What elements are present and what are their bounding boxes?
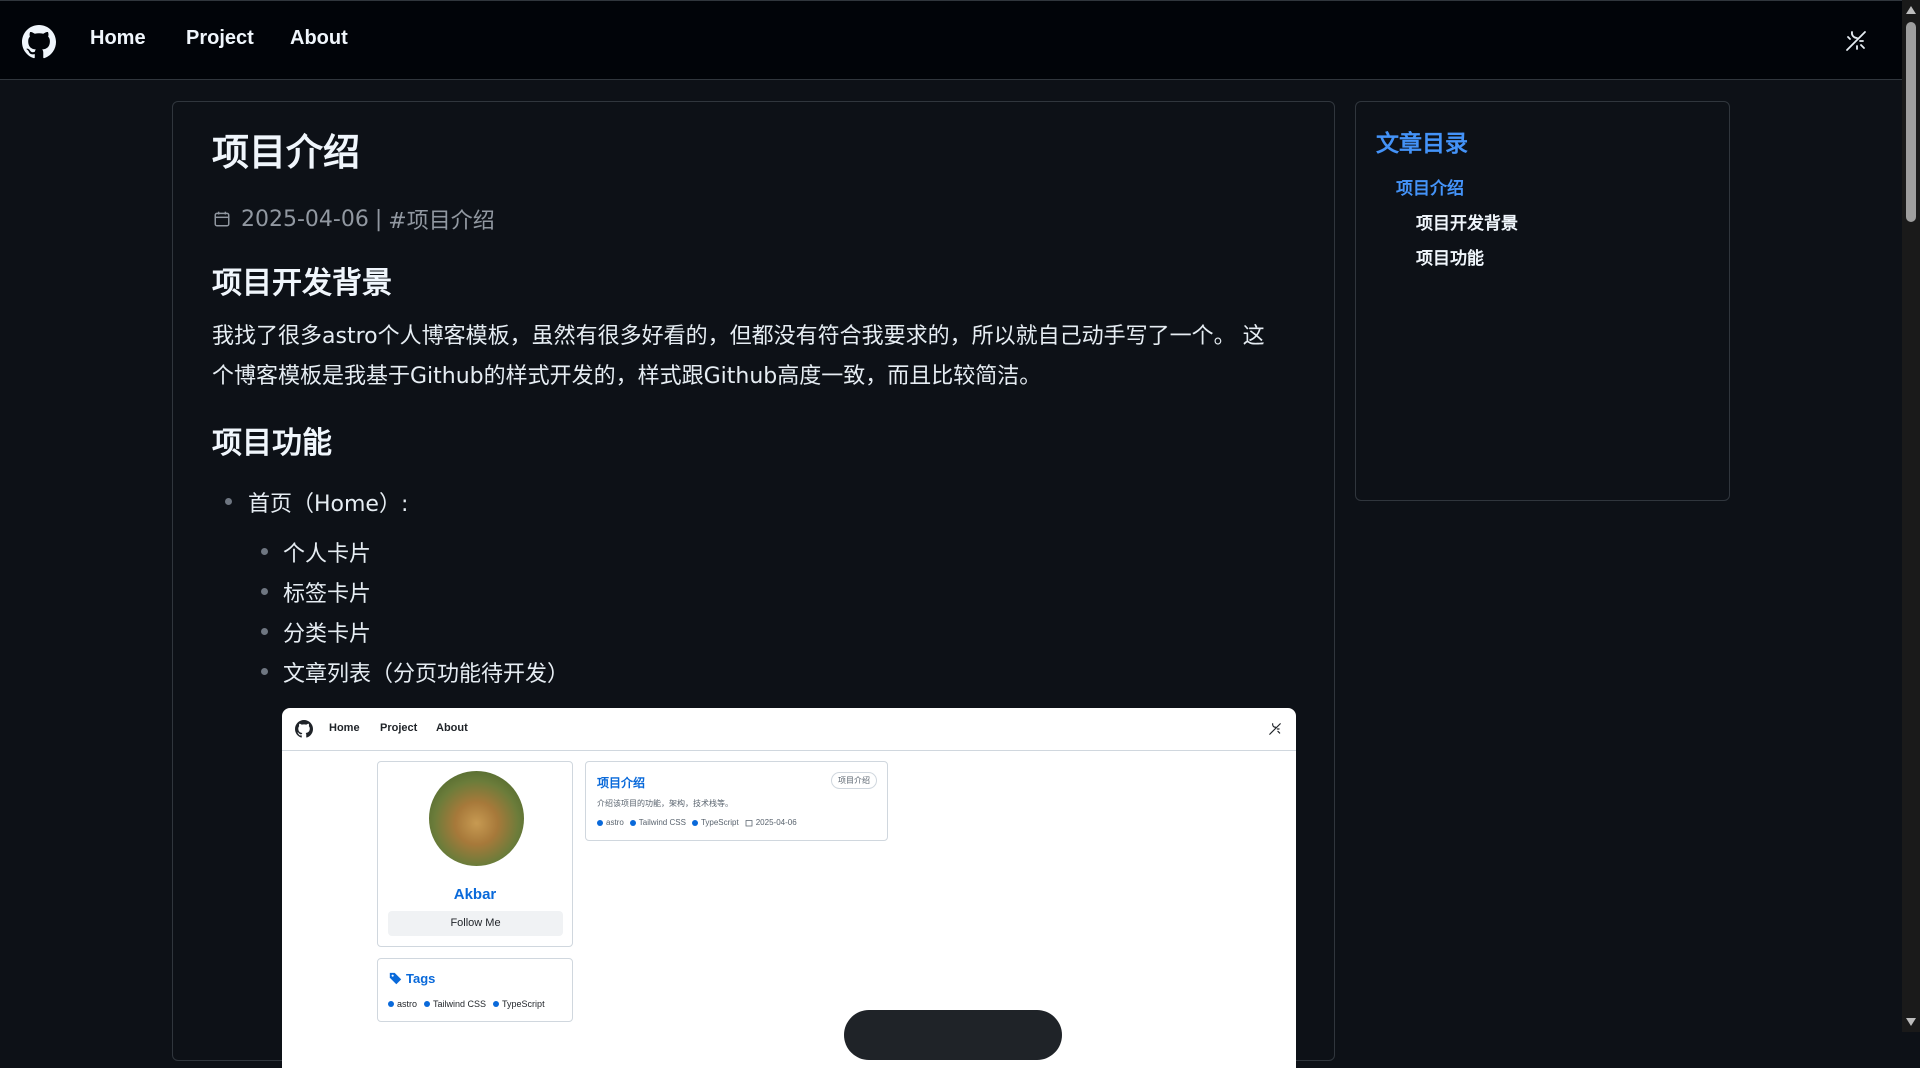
profile-name: Akbar <box>453 886 497 903</box>
top-navbar: Home Project About <box>0 0 1902 80</box>
toc-item-background[interactable]: 项目开发背景 <box>1416 209 1518 234</box>
article-date: 2025-04-06 <box>241 206 369 232</box>
tag-item: astro <box>597 818 624 827</box>
bullet-icon <box>261 628 268 635</box>
screenshot-nav-link: Home <box>329 722 360 734</box>
tags-card: Tags astro Tailwind CSS TypeScript <box>377 958 573 1022</box>
calendar-icon <box>214 211 230 227</box>
table-of-contents: 文章目录 项目介绍 项目开发背景 项目功能 <box>1355 101 1730 501</box>
toc-item-intro[interactable]: 项目介绍 <box>1396 174 1464 199</box>
post-category-badge: 项目介绍 <box>831 772 877 789</box>
post-card: 项目介绍 项目介绍 介绍该项目的功能，架构，技术栈等。 astro Tailwi… <box>585 761 888 841</box>
article-tag-link[interactable]: #项目介绍 <box>388 203 494 235</box>
tag-item: TypeScript <box>691 818 739 827</box>
screenshot-nav-link: About <box>436 722 468 734</box>
bullet-icon <box>261 548 268 555</box>
tag-item: Tailwind CSS <box>629 818 686 827</box>
article-meta: 2025-04-06 | #项目介绍 <box>213 203 495 235</box>
calendar-icon <box>745 819 753 826</box>
scroll-thumb[interactable] <box>1906 22 1916 222</box>
heading-background: 项目开发背景 <box>212 266 392 301</box>
profile-card: Akbar Follow Me <box>377 761 573 947</box>
scroll-up-arrow[interactable] <box>1906 6 1916 14</box>
github-icon[interactable] <box>22 25 56 59</box>
page-scrollbar[interactable] <box>1902 0 1920 1032</box>
post-tag-list: astro Tailwind CSS TypeScript 2025-04-06 <box>597 818 797 827</box>
screenshot-navbar: Home Project About <box>282 708 1296 751</box>
list-item: 个人卡片 <box>283 542 372 567</box>
list-item: 首页（Home）: <box>248 492 409 517</box>
homepage-screenshot-image: Home Project About Akbar Follow Me Tags … <box>282 708 1296 1068</box>
list-item: 文章列表（分页功能待开发） <box>283 662 570 687</box>
tag-item: astro <box>388 999 417 1009</box>
background-paragraph: 我找了很多astro个人博客模板，虽然有很多好看的，但都没有符合我要求的，所以就… <box>212 317 1302 397</box>
list-item: 分类卡片 <box>283 622 372 647</box>
theme-toggle-icon[interactable] <box>1844 29 1868 53</box>
toc-item-features[interactable]: 项目功能 <box>1416 244 1484 269</box>
article-title: 项目介绍 <box>212 131 360 174</box>
nav-home-link[interactable]: Home <box>90 27 146 50</box>
toc-title: 文章目录 <box>1376 131 1468 157</box>
nav-project-link[interactable]: Project <box>186 27 254 50</box>
article-card: 项目介绍 2025-04-06 | #项目介绍 项目开发背景 我找了很多astr… <box>172 101 1335 1068</box>
tag-item: Tailwind CSS <box>424 999 486 1009</box>
post-title: 项目介绍 <box>597 776 646 790</box>
bullet-icon <box>261 668 268 675</box>
tag-icon <box>389 972 402 985</box>
tag-list: astro Tailwind CSS TypeScript <box>388 999 545 1009</box>
paragraph-line: 我找了很多astro个人博客模板，虽然有很多好看的，但都没有符合我要求的，所以就… <box>212 324 1265 349</box>
follow-button: Follow Me <box>388 911 563 936</box>
meta-separator: | <box>374 206 383 232</box>
post-date: 2025-04-06 <box>745 818 797 827</box>
heading-features: 项目功能 <box>212 426 332 461</box>
tags-title: Tags <box>389 971 435 986</box>
tag-item: TypeScript <box>493 999 545 1009</box>
github-icon <box>295 720 313 738</box>
paragraph-line: 个博客模板是我基于Github的样式开发的，样式跟Github高度一致，而且比较… <box>212 364 1042 389</box>
bullet-icon <box>261 588 268 595</box>
tags-title-label: Tags <box>406 971 436 986</box>
screenshot-nav-link: Project <box>380 722 418 734</box>
bullet-icon <box>225 498 232 505</box>
avatar <box>429 771 524 866</box>
nav-about-link[interactable]: About <box>290 27 348 50</box>
dock-bar <box>844 1010 1062 1060</box>
list-item: 标签卡片 <box>283 582 372 607</box>
post-description: 介绍该项目的功能，架构，技术栈等。 <box>597 799 733 808</box>
theme-toggle-icon <box>1269 723 1281 735</box>
scroll-down-arrow[interactable] <box>1906 1018 1916 1026</box>
